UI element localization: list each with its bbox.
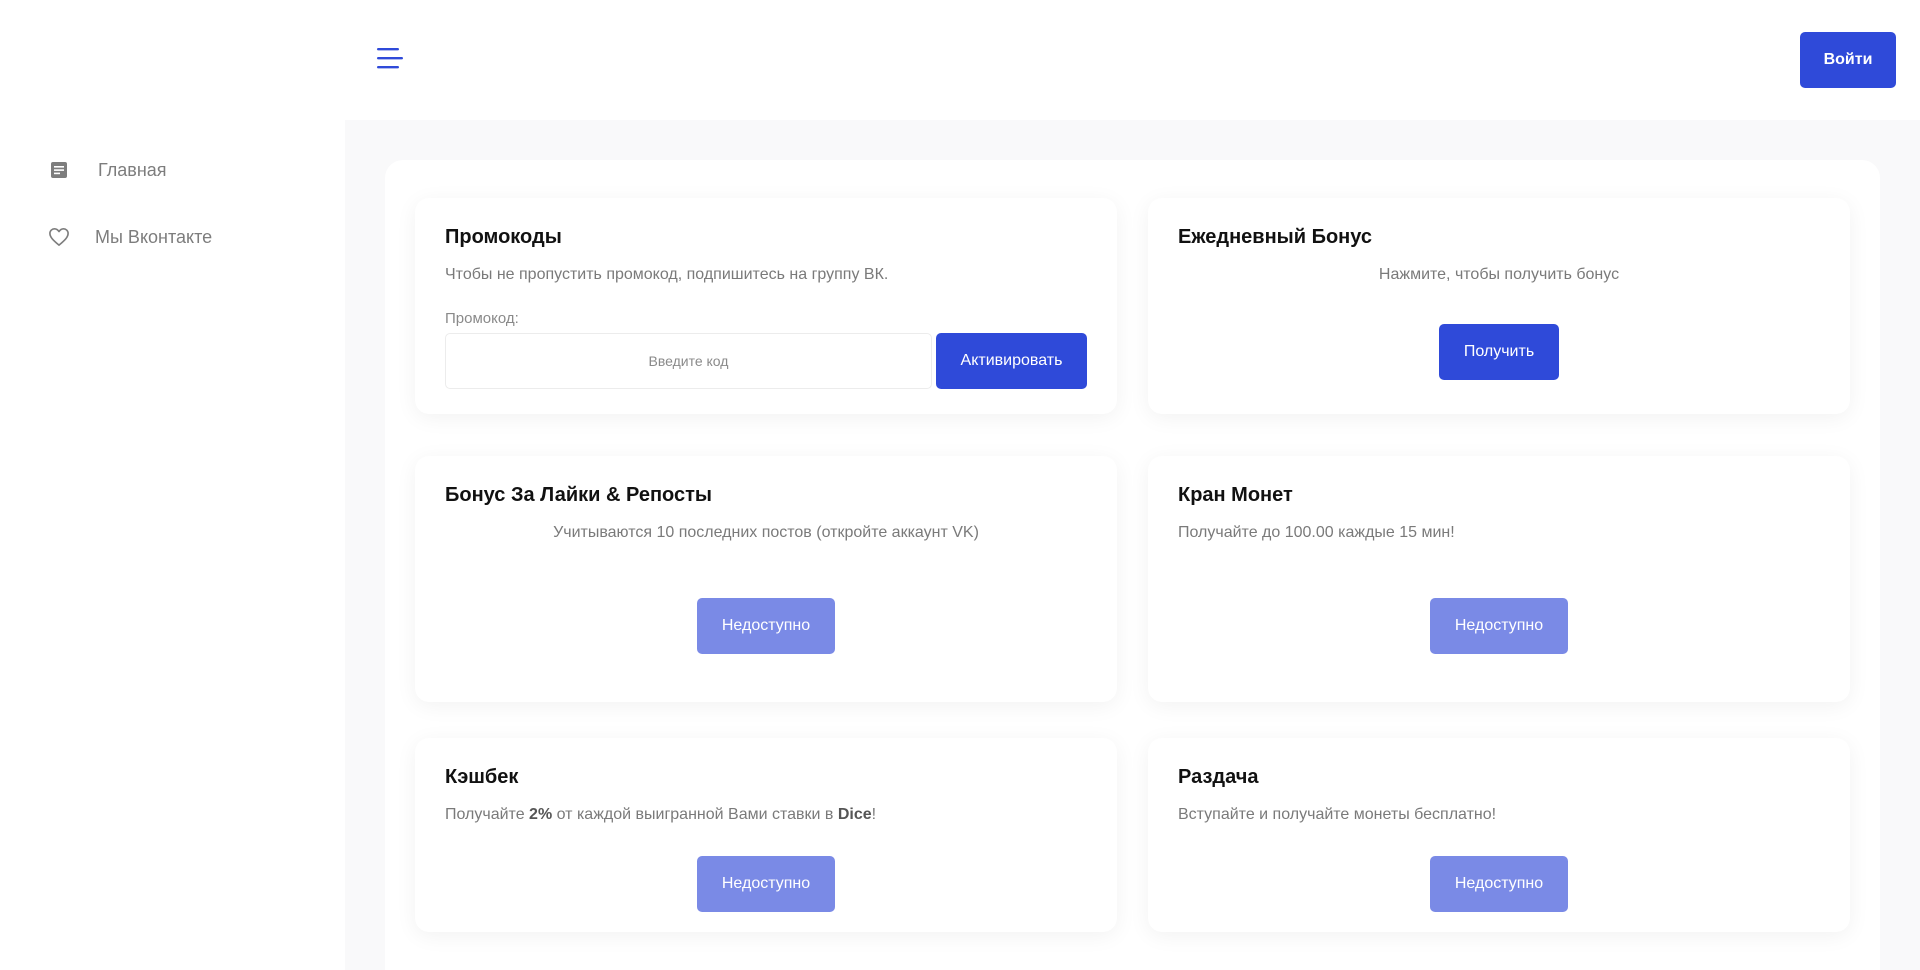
- card-title: Раздача: [1178, 766, 1259, 788]
- sidebar-item-label: Мы Вконтакте: [95, 226, 213, 247]
- hamburger-icon[interactable]: [375, 44, 405, 74]
- button-wrap: Недоступно: [1148, 598, 1850, 654]
- get-bonus-button[interactable]: Получить: [1439, 324, 1559, 380]
- cashback-text-before: Получайте: [445, 806, 530, 823]
- document-icon: [48, 159, 70, 181]
- sidebar-item-vk[interactable]: Мы Вконтакте: [0, 217, 345, 257]
- button-wrap: Получить: [1148, 324, 1850, 380]
- promo-code-input[interactable]: [445, 332, 932, 389]
- main-panel: Промокоды Чтобы не пропустить промокод, …: [385, 160, 1880, 970]
- cashback-game: Dice: [837, 806, 872, 823]
- card-title: Промокоды: [445, 226, 562, 248]
- cashback-unavailable-button[interactable]: Недоступно: [697, 856, 835, 912]
- sidebar-item-home[interactable]: Главная: [0, 150, 345, 190]
- button-wrap: Недоступно: [415, 598, 1117, 654]
- card-title: Кран Монет: [1178, 484, 1293, 506]
- promo-card: Промокоды Чтобы не пропустить промокод, …: [415, 198, 1117, 414]
- giveaway-card: Раздача Вступайте и получайте монеты бес…: [1148, 738, 1850, 932]
- card-title: Ежедневный Бонус: [1178, 226, 1373, 248]
- faucet-unavailable-button[interactable]: Недоступно: [1430, 598, 1568, 654]
- card-description: Получайте до 100.00 каждые 15 мин!: [1178, 524, 1455, 541]
- login-button[interactable]: Войти: [1800, 32, 1896, 88]
- card-description: Вступайте и получайте монеты бесплатно!: [1178, 806, 1497, 823]
- likes-unavailable-button[interactable]: Недоступно: [697, 598, 835, 654]
- cashback-card: Кэшбек Получайте 2% от каждой выигранной…: [415, 738, 1117, 932]
- cashback-percent: 2%: [529, 806, 553, 823]
- sidebar: Главная Мы Вконтакте: [0, 0, 345, 970]
- cashback-text-after: !: [871, 806, 877, 823]
- heart-icon: [48, 226, 70, 248]
- sidebar-item-label: Главная: [98, 159, 167, 180]
- card-title: Бонус За Лайки & Репосты: [445, 484, 712, 506]
- top-header: Войти: [345, 0, 1920, 120]
- card-title: Кэшбек: [445, 766, 519, 788]
- likes-bonus-card: Бонус За Лайки & Репосты Учитываются 10 …: [415, 456, 1117, 702]
- promo-label: Промокод:: [445, 309, 519, 327]
- promo-row: Активировать: [445, 332, 1087, 389]
- sidebar-nav: Главная Мы Вконтакте: [0, 150, 345, 284]
- activate-button[interactable]: Активировать: [935, 332, 1087, 389]
- faucet-card: Кран Монет Получайте до 100.00 каждые 15…: [1148, 456, 1850, 702]
- button-wrap: Недоступно: [1148, 856, 1850, 912]
- card-description: Получайте 2% от каждой выигранной Вами с…: [445, 805, 1087, 826]
- daily-bonus-card: Ежедневный Бонус Нажмите, чтобы получить…: [1148, 198, 1850, 414]
- card-description: Нажмите, чтобы получить бонус: [1378, 266, 1620, 283]
- cashback-text-middle: от каждой выигранной Вами ставки в: [552, 806, 838, 823]
- giveaway-unavailable-button[interactable]: Недоступно: [1430, 856, 1568, 912]
- card-description: Чтобы не пропустить промокод, подпишитес…: [445, 266, 889, 283]
- card-description: Учитываются 10 последних постов (откройт…: [553, 524, 979, 541]
- button-wrap: Недоступно: [415, 856, 1117, 912]
